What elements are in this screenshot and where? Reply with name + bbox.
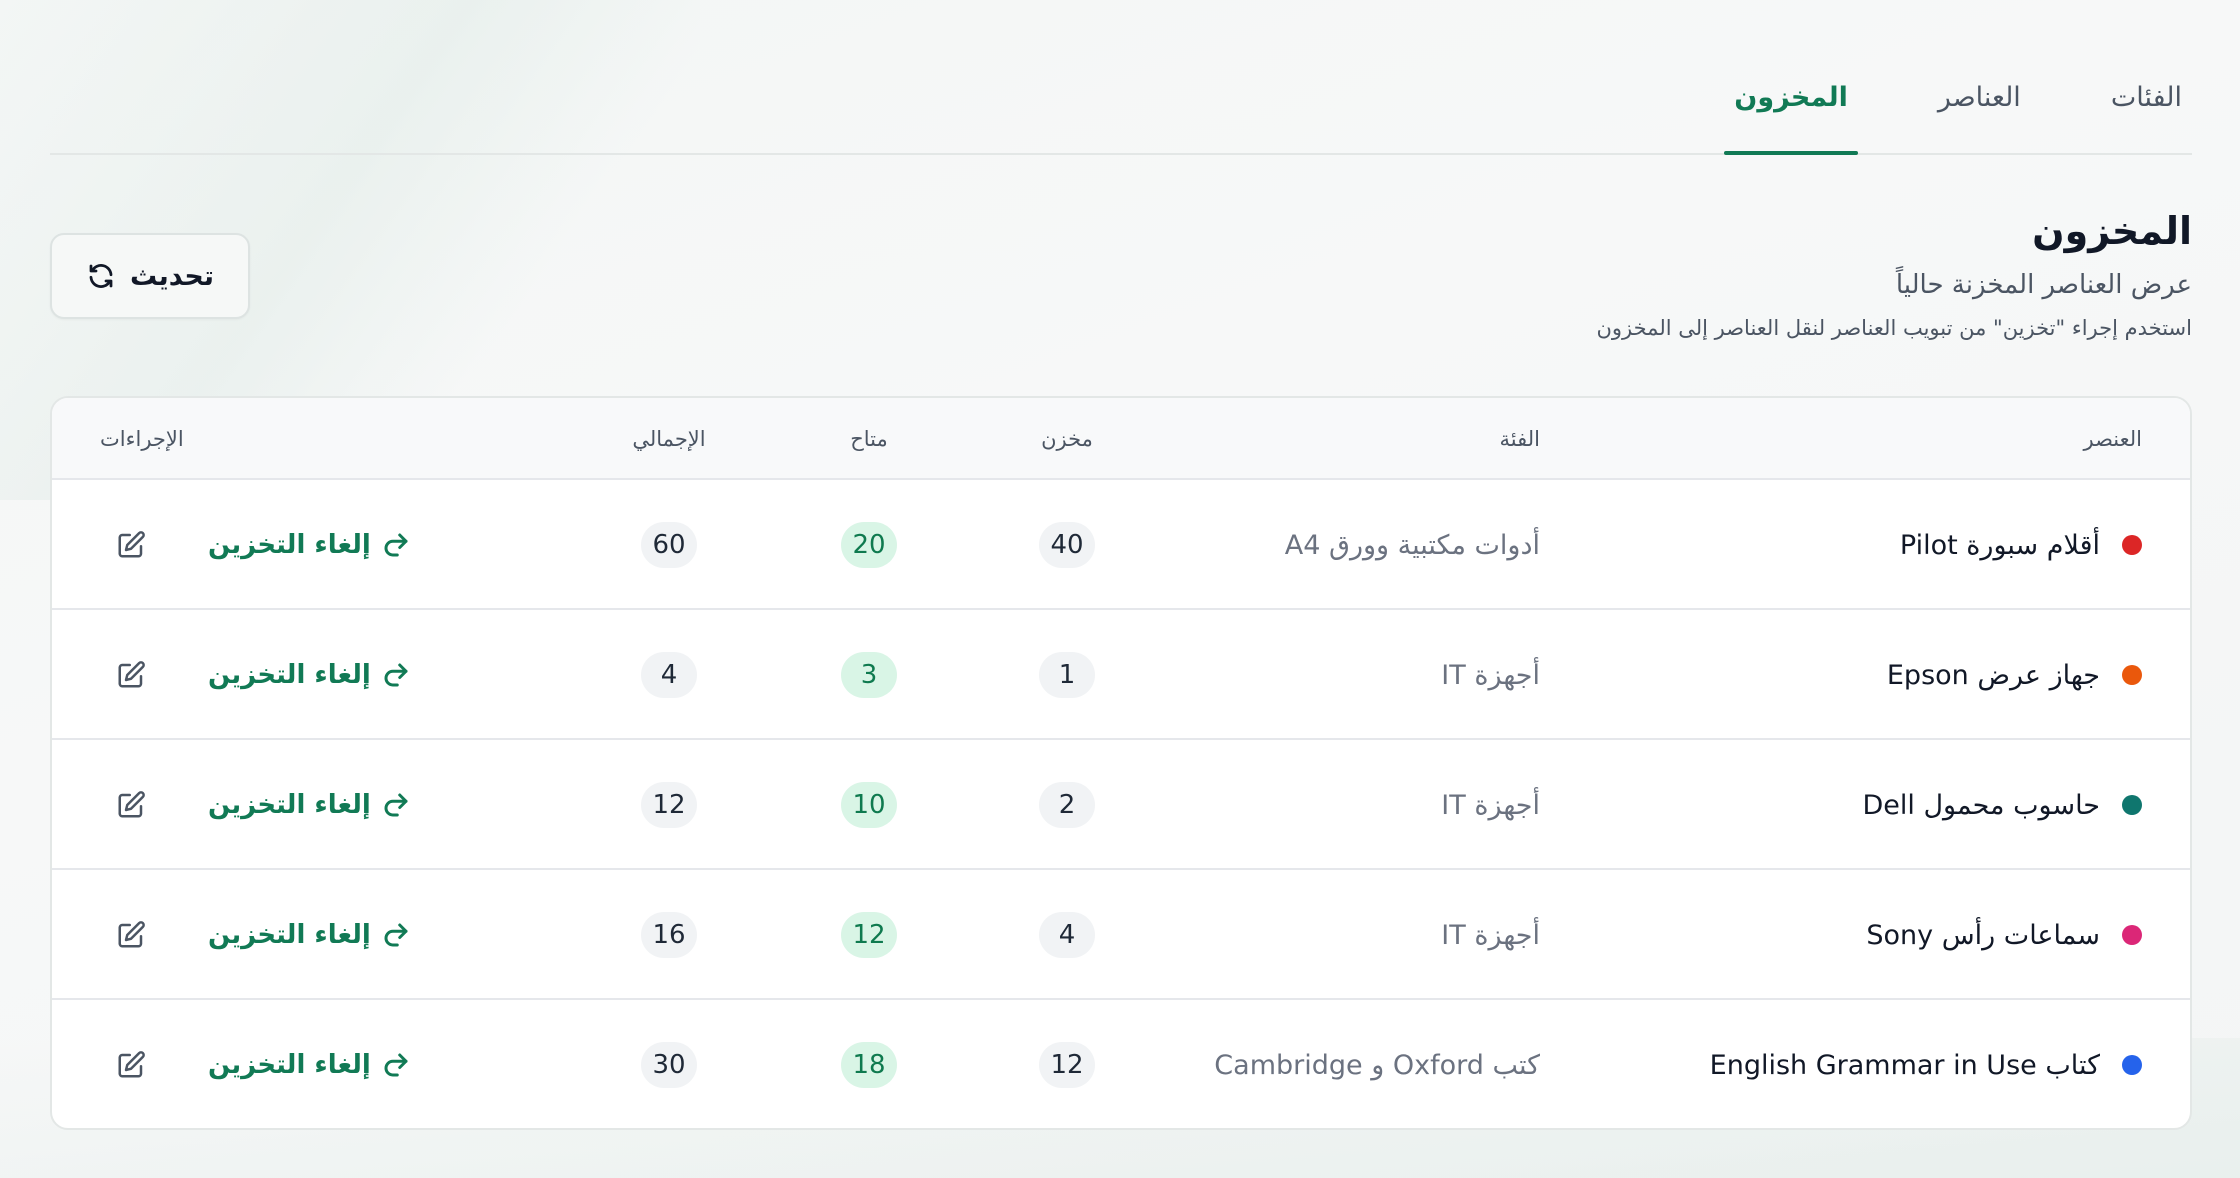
- tab-items[interactable]: العناصر: [1928, 0, 2031, 153]
- item-name: جهاز عرض Epson: [1886, 659, 2100, 691]
- refresh-button[interactable]: تحديث: [50, 233, 250, 319]
- edit-button[interactable]: [114, 788, 148, 822]
- category-cell: أجهزة IT: [1441, 919, 1540, 951]
- unstore-label: إلغاء التخزين: [208, 1050, 371, 1080]
- tab-label: المخزون: [1734, 82, 1848, 113]
- available-badge: 10: [841, 782, 897, 828]
- page-hint: استخدم إجراء "تخزين" من تبويب العناصر لن…: [1596, 316, 2192, 340]
- table-header: العنصر الفئة مخزن متاح الإجمالي الإجراءا…: [52, 398, 2190, 480]
- edit-icon: [118, 921, 145, 948]
- table-row: كتاب English Grammar in Use كتب Oxford و…: [52, 1000, 2190, 1128]
- category-cell: أدوات مكتبية وورق A4: [1284, 529, 1540, 561]
- page-header: المخزون عرض العناصر المخزنة حالياً استخد…: [1596, 205, 2192, 343]
- stored-badge: 40: [1039, 522, 1095, 568]
- undo-icon: [384, 923, 408, 947]
- actions-cell: إلغاء التخزين: [114, 480, 411, 610]
- total-badge: 12: [641, 782, 697, 828]
- edit-icon: [118, 531, 145, 558]
- unstore-button[interactable]: إلغاء التخزين: [208, 660, 411, 690]
- item-name: سماعات رأس Sony: [1866, 919, 2100, 951]
- header-actions: الإجراءات: [100, 427, 184, 451]
- unstore-label: إلغاء التخزين: [208, 920, 371, 950]
- item-cell: حاسوب محمول Dell: [1862, 740, 2142, 870]
- item-cell: أقلام سبورة Pilot: [1900, 480, 2142, 610]
- header-item: العنصر: [2083, 427, 2143, 451]
- unstore-button[interactable]: إلغاء التخزين: [208, 790, 411, 820]
- undo-icon: [384, 533, 408, 557]
- available-badge: 12: [841, 912, 897, 958]
- edit-button[interactable]: [114, 658, 148, 692]
- stored-badge: 4: [1039, 912, 1095, 958]
- item-color-dot: [2122, 925, 2142, 945]
- item-name: كتاب English Grammar in Use: [1709, 1049, 2100, 1081]
- tab-bar: الفئات العناصر المخزون: [50, 0, 2192, 155]
- item-color-dot: [2122, 1055, 2142, 1075]
- header-category: الفئة: [1499, 427, 1540, 451]
- tab-categories[interactable]: الفئات: [2101, 0, 2192, 153]
- header-stored: مخزن: [1041, 427, 1093, 451]
- item-cell: جهاز عرض Epson: [1887, 610, 2142, 740]
- item-name: حاسوب محمول Dell: [1862, 789, 2100, 821]
- actions-cell: إلغاء التخزين: [114, 740, 411, 870]
- available-badge: 18: [841, 1042, 897, 1088]
- stored-badge: 2: [1039, 782, 1095, 828]
- category-cell: أجهزة IT: [1441, 789, 1540, 821]
- unstore-label: إلغاء التخزين: [208, 530, 371, 560]
- page-subtitle: عرض العناصر المخزنة حالياً: [1895, 270, 2192, 300]
- item-color-dot: [2122, 795, 2142, 815]
- table-row: أقلام سبورة Pilot أدوات مكتبية وورق A4 4…: [52, 480, 2190, 610]
- unstore-button[interactable]: إلغاء التخزين: [208, 1050, 411, 1080]
- table-row: سماعات رأس Sony أجهزة IT 4 12 16 إلغاء ا…: [52, 870, 2190, 1000]
- tab-label: الفئات: [2110, 82, 2182, 113]
- unstore-label: إلغاء التخزين: [208, 660, 371, 690]
- refresh-button-label: تحديث: [130, 260, 214, 292]
- edit-button[interactable]: [114, 1048, 148, 1082]
- item-cell: كتاب English Grammar in Use: [1709, 1000, 2142, 1128]
- total-badge: 16: [641, 912, 697, 958]
- total-badge: 4: [641, 652, 697, 698]
- item-cell: سماعات رأس Sony: [1866, 870, 2142, 1000]
- header-total: الإجمالي: [632, 427, 706, 451]
- stored-badge: 1: [1039, 652, 1095, 698]
- category-cell: كتب Oxford و Cambridge: [1214, 1049, 1540, 1081]
- unstore-label: إلغاء التخزين: [208, 790, 371, 820]
- tab-inventory[interactable]: المخزون: [1724, 0, 1858, 155]
- item-color-dot: [2122, 665, 2142, 685]
- unstore-button[interactable]: إلغاء التخزين: [208, 920, 411, 950]
- table-row: حاسوب محمول Dell أجهزة IT 2 10 12 إلغاء …: [52, 740, 2190, 870]
- total-badge: 60: [641, 522, 697, 568]
- edit-button[interactable]: [114, 918, 148, 952]
- unstore-button[interactable]: إلغاء التخزين: [208, 530, 411, 560]
- refresh-icon: [89, 264, 113, 288]
- edit-icon: [118, 1051, 145, 1078]
- item-color-dot: [2122, 535, 2142, 555]
- total-badge: 30: [641, 1042, 697, 1088]
- undo-icon: [384, 793, 408, 817]
- table-row: جهاز عرض Epson أجهزة IT 1 3 4 إلغاء التخ…: [52, 610, 2190, 740]
- inventory-table: العنصر الفئة مخزن متاح الإجمالي الإجراءا…: [50, 396, 2192, 1130]
- available-badge: 20: [841, 522, 897, 568]
- edit-icon: [118, 661, 145, 688]
- tab-label: العناصر: [1937, 82, 2021, 113]
- header-available: متاح: [850, 427, 888, 451]
- undo-icon: [384, 1053, 408, 1077]
- item-name: أقلام سبورة Pilot: [1899, 529, 2100, 561]
- actions-cell: إلغاء التخزين: [114, 1000, 411, 1128]
- available-badge: 3: [841, 652, 897, 698]
- inventory-page: الفئات العناصر المخزون المخزون عرض العنا…: [50, 0, 2192, 1178]
- page-title: المخزون: [2032, 209, 2192, 253]
- stored-badge: 12: [1039, 1042, 1095, 1088]
- actions-cell: إلغاء التخزين: [114, 870, 411, 1000]
- edit-icon: [118, 791, 145, 818]
- category-cell: أجهزة IT: [1441, 659, 1540, 691]
- undo-icon: [384, 663, 408, 687]
- actions-cell: إلغاء التخزين: [114, 610, 411, 740]
- edit-button[interactable]: [114, 528, 148, 562]
